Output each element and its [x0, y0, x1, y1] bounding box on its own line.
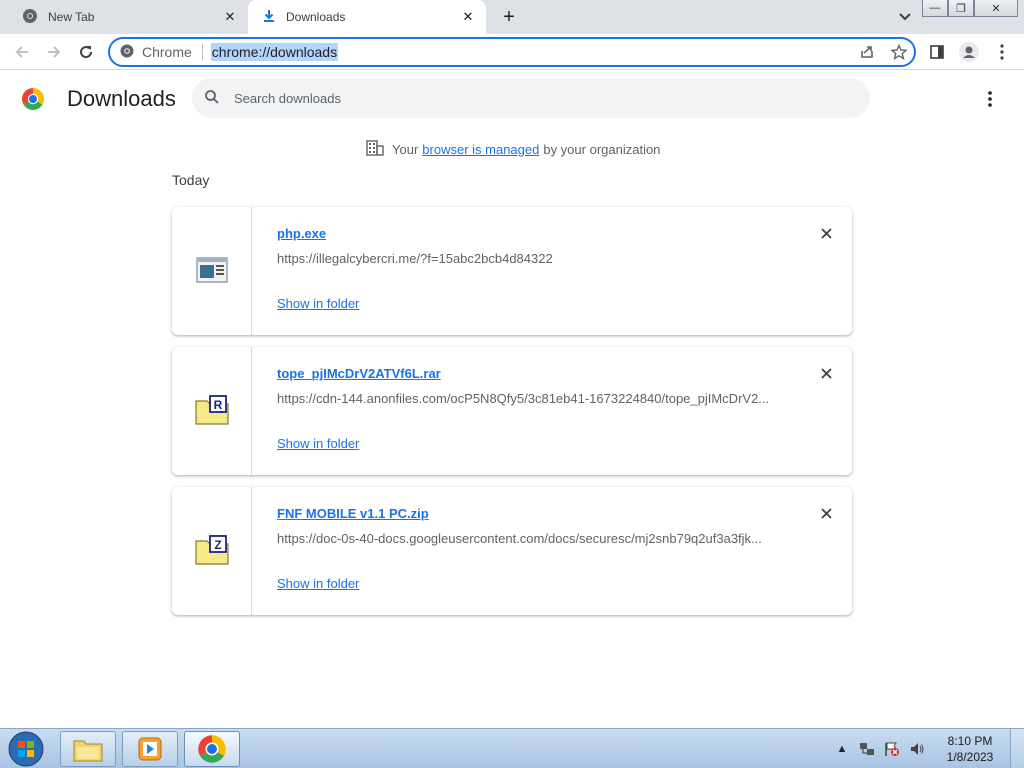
search-input[interactable]: [234, 90, 834, 106]
tab-strip: New Tab ✕ Downloads ✕ + — ❐ ✕: [0, 0, 1024, 34]
window-close-button[interactable]: ✕: [974, 0, 1018, 17]
tab-search-chevron-icon[interactable]: [896, 8, 914, 26]
remove-download-close-icon[interactable]: [818, 365, 834, 381]
file-name-link[interactable]: tope_pjIMcDrV2ATVf6L.rar: [277, 366, 441, 381]
managed-suffix: by your organization: [543, 142, 661, 157]
file-source-url: https://illegalcybercri.me/?f=15abc2bcb4…: [277, 251, 553, 266]
url-text[interactable]: chrome://downloads: [210, 43, 339, 61]
show-in-folder-link[interactable]: Show in folder: [277, 576, 359, 591]
svg-text:Z: Z: [214, 538, 221, 552]
start-button[interactable]: [4, 730, 48, 768]
file-icon-column: [172, 207, 252, 335]
file-source-url: https://cdn-144.anonfiles.com/ocP5N8Qfy5…: [277, 391, 770, 406]
clock-date: 1/8/2023: [946, 750, 994, 764]
file-name-link[interactable]: FNF MOBILE v1.1 PC.zip: [277, 506, 429, 521]
svg-text:R: R: [213, 398, 222, 412]
download-item: php.exe https://illegalcybercri.me/?f=15…: [172, 207, 852, 335]
tab-title: New Tab: [48, 10, 95, 24]
search-icon: [204, 89, 220, 108]
browser-toolbar: Chrome chrome://downloads: [0, 34, 1024, 70]
bookmark-star-icon[interactable]: [890, 43, 908, 61]
zip-archive-icon: Z: [194, 534, 229, 568]
profile-avatar-icon[interactable]: [958, 41, 980, 63]
more-actions-kebab-icon[interactable]: [980, 89, 1000, 109]
show-desktop-button[interactable]: [1010, 729, 1024, 768]
close-tab-icon[interactable]: ✕: [222, 9, 238, 25]
reload-icon[interactable]: [75, 41, 97, 63]
tab-new-tab[interactable]: New Tab ✕: [8, 0, 248, 34]
rar-archive-icon: R: [194, 394, 229, 428]
tab-title: Downloads: [286, 10, 346, 24]
browser-managed-link[interactable]: browser is managed: [422, 142, 539, 157]
windows-taskbar: ▲ 8:10 PM 1/8/2023: [0, 728, 1024, 768]
clock-time: 8:10 PM: [947, 734, 993, 748]
share-icon[interactable]: [858, 43, 876, 61]
minimize-button[interactable]: —: [922, 0, 948, 17]
action-center-flag-icon[interactable]: [881, 738, 903, 760]
file-explorer-taskbar-icon[interactable]: [60, 731, 116, 767]
site-chip-label: Chrome: [142, 44, 203, 60]
chrome-favicon-icon: [22, 8, 38, 27]
media-player-taskbar-icon[interactable]: [122, 731, 178, 767]
forward-arrow-icon[interactable]: [43, 41, 65, 63]
date-section-label: Today: [172, 172, 210, 188]
remove-download-close-icon[interactable]: [818, 225, 834, 241]
network-icon[interactable]: [856, 738, 878, 760]
download-item: R tope_pjIMcDrV2ATVf6L.rar https://cdn-1…: [172, 347, 852, 475]
side-panel-icon[interactable]: [926, 41, 948, 63]
managed-notice: Your browser is managed by your organiza…: [366, 140, 660, 159]
close-tab-icon[interactable]: ✕: [460, 9, 476, 25]
show-hidden-icons-chevron-icon[interactable]: ▲: [831, 738, 853, 760]
window-controls: — ❐ ✕: [922, 0, 1018, 17]
file-icon-column: R: [172, 347, 252, 475]
chrome-logo-icon: [21, 87, 45, 114]
system-tray: ▲ 8:10 PM 1/8/2023: [828, 729, 1024, 768]
show-in-folder-link[interactable]: Show in folder: [277, 296, 359, 311]
search-downloads-box[interactable]: [192, 78, 870, 118]
taskbar-clock[interactable]: 8:10 PM 1/8/2023: [934, 733, 1006, 765]
tab-downloads[interactable]: Downloads ✕: [248, 0, 486, 34]
file-source-url: https://doc-0s-40-docs.googleusercontent…: [277, 531, 762, 546]
building-icon: [366, 140, 384, 159]
download-item: Z FNF MOBILE v1.1 PC.zip https://doc-0s-…: [172, 487, 852, 615]
download-icon: [262, 9, 276, 26]
downloads-header: Downloads: [0, 71, 1024, 127]
chrome-taskbar-icon[interactable]: [184, 731, 240, 767]
file-name-link[interactable]: php.exe: [277, 226, 326, 241]
back-arrow-icon[interactable]: [11, 41, 33, 63]
exe-file-icon: [195, 256, 228, 286]
address-bar[interactable]: Chrome chrome://downloads: [108, 37, 916, 67]
managed-prefix: Your: [392, 142, 419, 157]
page-title: Downloads: [67, 86, 176, 111]
show-in-folder-link[interactable]: Show in folder: [277, 436, 359, 451]
volume-speaker-icon[interactable]: [906, 738, 928, 760]
restore-button[interactable]: ❐: [948, 0, 974, 17]
file-icon-column: Z: [172, 487, 252, 615]
remove-download-close-icon[interactable]: [818, 505, 834, 521]
chrome-site-icon: [120, 44, 134, 61]
new-tab-button[interactable]: +: [498, 6, 520, 28]
menu-kebab-icon[interactable]: [991, 41, 1013, 63]
